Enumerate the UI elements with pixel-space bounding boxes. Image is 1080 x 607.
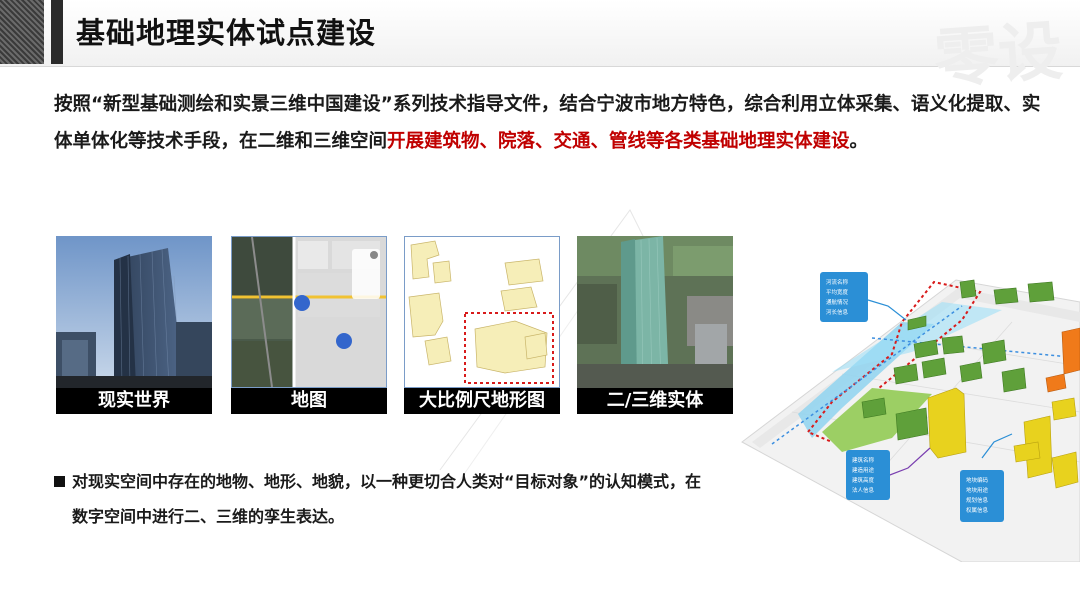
panel-caption: 二/三维实体 bbox=[577, 388, 733, 414]
building-photo-icon bbox=[56, 236, 212, 388]
corner-pattern bbox=[0, 0, 44, 64]
planning-info-label: 规划信息 bbox=[966, 496, 989, 504]
panel-3d-entity: 二/三维实体 bbox=[577, 236, 733, 416]
bullet-item: 对现实空间中存在的地物、地形、地貌，以一种更切合人类对“目标对象”的认知模式，在… bbox=[54, 464, 714, 534]
river-name-label: 河流名称 bbox=[826, 278, 849, 286]
building-height-label: 建筑高度 bbox=[852, 476, 875, 484]
panel-caption: 现实世界 bbox=[56, 388, 212, 414]
river-chief-label: 河长信息 bbox=[826, 308, 849, 316]
3d-city-model-icon bbox=[577, 236, 733, 388]
topographic-map-icon bbox=[404, 236, 560, 388]
river-width-label: 平均宽度 bbox=[826, 288, 849, 296]
bullet-text: 对现实空间中存在的地物、地形、地貌，以一种更切合人类对“目标对象”的认知模式，在… bbox=[72, 472, 702, 526]
title-accent-bar bbox=[51, 0, 63, 64]
3d-entity-model-illustration: 河流名称 平均宽度 通航情况 河长信息 建筑名称 建造用途 建筑高度 法人信息 … bbox=[741, 272, 1080, 562]
building-use-label: 建造用途 bbox=[852, 466, 875, 474]
bullet-square-icon bbox=[54, 476, 65, 487]
legal-person-label: 法人信息 bbox=[852, 486, 875, 494]
intro-paragraph: 按照“新型基础测绘和实景三维中国建设”系列技术指导文件，结合宁波市地方特色，综合… bbox=[54, 86, 1054, 160]
intro-end: 。 bbox=[849, 131, 869, 152]
panel-topographic-map: 大比例尺地形图 bbox=[404, 236, 560, 416]
map-app-screenshot-icon bbox=[231, 236, 387, 388]
intro-highlight: 开展建筑物、院落、交通、管线等各类基础地理实体建设 bbox=[387, 131, 850, 152]
panel-map: 地图 bbox=[231, 236, 387, 416]
river-navigation-label: 通航情况 bbox=[826, 298, 849, 306]
panel-caption: 大比例尺地形图 bbox=[404, 388, 560, 414]
ownership-info-label: 权属信息 bbox=[966, 506, 989, 514]
panel-caption: 地图 bbox=[231, 388, 387, 414]
parcel-use-label: 地块用途 bbox=[966, 486, 989, 494]
building-name-label: 建筑名称 bbox=[852, 456, 875, 464]
parcel-code-label: 地块编码 bbox=[966, 476, 989, 484]
page-title: 基础地理实体试点建设 bbox=[76, 16, 377, 50]
panel-real-world: 现实世界 bbox=[56, 236, 212, 416]
